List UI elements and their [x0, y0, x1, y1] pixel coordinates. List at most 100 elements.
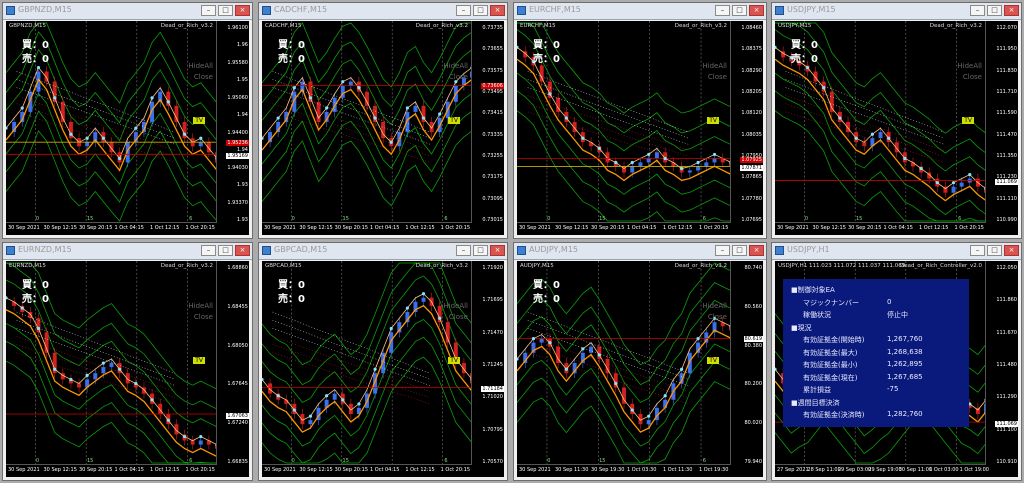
minimize-button[interactable]: –: [456, 245, 471, 256]
candle-body: [712, 158, 717, 163]
hide-all-button[interactable]: HideAll: [702, 301, 727, 312]
chart-area[interactable]: 1.96100 1.96 1.95580 1.95 1.95060 1.94 1.94400…: [6, 21, 249, 235]
close-all-button[interactable]: Close: [188, 312, 213, 323]
window-titlebar[interactable]: EURCHF,M15 – □ ×: [514, 3, 766, 20]
minimize-button[interactable]: –: [456, 5, 471, 16]
chart-area[interactable]: 80.740 80.560 80.380 80.200 80.020 79.940 80.6…: [517, 261, 763, 477]
chart-window[interactable]: USDJPY,M15 – □ × 112.070 111.950 111.830 111.71…: [771, 2, 1022, 239]
maximize-button[interactable]: □: [218, 245, 233, 256]
close-button[interactable]: ×: [1004, 5, 1019, 16]
close-button[interactable]: ×: [1004, 245, 1019, 256]
chart-window[interactable]: GBPNZD,M15 – □ × 1.96100 1.96 1.95580 1.95 1.950…: [2, 2, 253, 239]
hide-all-button[interactable]: HideAll: [443, 301, 468, 312]
minimize-button[interactable]: –: [970, 245, 985, 256]
maximize-button[interactable]: □: [987, 5, 1002, 16]
close-button[interactable]: ×: [490, 5, 505, 16]
price-scale[interactable]: 1.96100 1.96 1.95580 1.95 1.95060 1.94 1.94400…: [216, 21, 249, 223]
price-label: 111.350: [996, 153, 1017, 159]
close-button[interactable]: ×: [749, 245, 764, 256]
tv-button[interactable]: TV: [448, 357, 460, 364]
chart-window[interactable]: EURNZD,M15 – □ × 1.68860 1.68455 1.68050 1.6764…: [2, 242, 253, 481]
chart-area[interactable]: 1.08460 1.08375 1.08290 1.08205 1.08120 1.080…: [517, 21, 763, 235]
maximize-button[interactable]: □: [473, 245, 488, 256]
chart-area[interactable]: 112.050 111.860 111.670 111.480 111.290 111.1…: [775, 261, 1018, 477]
price-label: 1.71020: [482, 394, 503, 401]
price-scale[interactable]: 1.71920 1.71695 1.71470 1.71245 1.71020 1.707…: [471, 261, 504, 465]
minimize-button[interactable]: –: [715, 5, 730, 16]
tv-button[interactable]: TV: [962, 117, 974, 124]
chart-window[interactable]: EURCHF,M15 – □ × 1.08460 1.08375 1.08290 1.0820…: [513, 2, 767, 239]
close-all-button[interactable]: Close: [443, 72, 468, 83]
panel-field-value: 1,268,638: [887, 347, 923, 356]
chart-window[interactable]: CADCHF,M15 – □ × 0.73735 0.73655 0.73575 0.7349…: [258, 2, 508, 239]
price-scale[interactable]: 1.68860 1.68455 1.68050 1.67645 1.67240 1.668…: [216, 261, 249, 465]
close-all-button[interactable]: Close: [188, 72, 213, 83]
window-titlebar[interactable]: GBPNZD,M15 – □ ×: [3, 3, 252, 20]
chart-window[interactable]: USDJPY,H1 – □ × 112.050 111.860 111.670 111.480…: [771, 242, 1022, 481]
tv-button[interactable]: TV: [193, 357, 205, 364]
close-button[interactable]: ×: [490, 245, 505, 256]
maximize-button[interactable]: □: [732, 5, 747, 16]
time-label: 30 Sep 11:00: [898, 467, 933, 473]
minimize-button[interactable]: –: [201, 5, 216, 16]
candle-body: [268, 383, 273, 394]
position-counts: 買：0 売：0: [533, 279, 560, 307]
hide-all-button[interactable]: HideAll: [188, 61, 213, 72]
candle-body: [158, 403, 163, 414]
chart-area[interactable]: 112.070 111.950 111.830 111.710 111.590 111.4…: [775, 21, 1018, 235]
tv-button[interactable]: TV: [707, 117, 719, 124]
price-scale[interactable]: 0.73735 0.73655 0.73575 0.73495 0.73415 0.733…: [471, 21, 504, 223]
chart-area[interactable]: 1.68860 1.68455 1.68050 1.67645 1.67240 1.668…: [6, 261, 249, 477]
candle-body: [348, 81, 353, 86]
signal-marker: [630, 408, 634, 412]
price-scale[interactable]: 1.08460 1.08375 1.08290 1.08205 1.08120 1.080…: [730, 21, 763, 223]
price-scale[interactable]: 112.050 111.860 111.670 111.480 111.290 111.1…: [985, 261, 1018, 465]
price-label: 111.110: [996, 195, 1017, 202]
window-titlebar[interactable]: AUDJPY,M15 – □ ×: [514, 243, 766, 260]
window-titlebar[interactable]: GBPCAD,M15 – □ ×: [259, 243, 507, 260]
close-button[interactable]: ×: [235, 5, 250, 16]
chart-window[interactable]: GBPCAD,M15 – □ × 1.71920 1.71695 1.71470 1.7124…: [258, 242, 508, 481]
signal-marker: [581, 347, 585, 351]
price-scale[interactable]: 80.740 80.560 80.380 80.200 80.020 79.940 80.6…: [730, 261, 763, 465]
close-button[interactable]: ×: [235, 245, 250, 256]
maximize-button[interactable]: □: [732, 245, 747, 256]
maximize-button[interactable]: □: [473, 5, 488, 16]
chart-area[interactable]: 0.73735 0.73655 0.73575 0.73495 0.73415 0.733…: [262, 21, 504, 235]
close-all-button[interactable]: Close: [443, 312, 468, 323]
maximize-button[interactable]: □: [987, 245, 1002, 256]
tv-button[interactable]: TV: [193, 117, 205, 124]
window-titlebar[interactable]: CADCHF,M15 – □ ×: [259, 3, 507, 20]
close-all-button[interactable]: Close: [957, 72, 982, 83]
chart-symbol-label: EURNZD,M15: [9, 263, 46, 269]
price-label: 1.95580: [227, 59, 248, 66]
ea-buttons: HideAll Close: [957, 61, 982, 83]
window-titlebar[interactable]: USDJPY,H1 – □ ×: [772, 243, 1021, 260]
price-scale[interactable]: 112.070 111.950 111.830 111.710 111.590 111.4…: [985, 21, 1018, 223]
chart-area[interactable]: 1.71920 1.71695 1.71470 1.71245 1.71020 1.707…: [262, 261, 504, 477]
hide-all-button[interactable]: HideAll: [188, 301, 213, 312]
hide-all-button[interactable]: HideAll: [443, 61, 468, 72]
close-button[interactable]: ×: [749, 5, 764, 16]
minimize-button[interactable]: –: [201, 245, 216, 256]
maximize-button[interactable]: □: [218, 5, 233, 16]
window-titlebar[interactable]: EURNZD,M15 – □ ×: [3, 243, 252, 260]
signal-marker: [166, 418, 170, 422]
price-label: 0.73735: [482, 25, 503, 31]
minimize-button[interactable]: –: [970, 5, 985, 16]
tv-button[interactable]: TV: [707, 357, 719, 364]
price-label: 111.710: [996, 89, 1017, 95]
close-all-button[interactable]: Close: [702, 312, 727, 323]
window-titlebar[interactable]: USDJPY,M15 – □ ×: [772, 3, 1021, 20]
close-all-button[interactable]: Close: [702, 72, 727, 83]
candle-body: [109, 142, 114, 153]
signal-marker: [182, 434, 187, 439]
chart-window[interactable]: AUDJPY,M15– □ × 80.740 80.560 80.380 80.200 80.…: [513, 242, 767, 481]
tv-button[interactable]: TV: [448, 117, 460, 124]
hide-all-button[interactable]: HideAll: [957, 61, 982, 72]
signal-marker: [389, 140, 393, 144]
minimize-button[interactable]: –: [715, 245, 730, 256]
signal-marker: [276, 394, 280, 398]
hide-all-button[interactable]: HideAll: [702, 61, 727, 72]
signal-marker: [968, 173, 972, 177]
